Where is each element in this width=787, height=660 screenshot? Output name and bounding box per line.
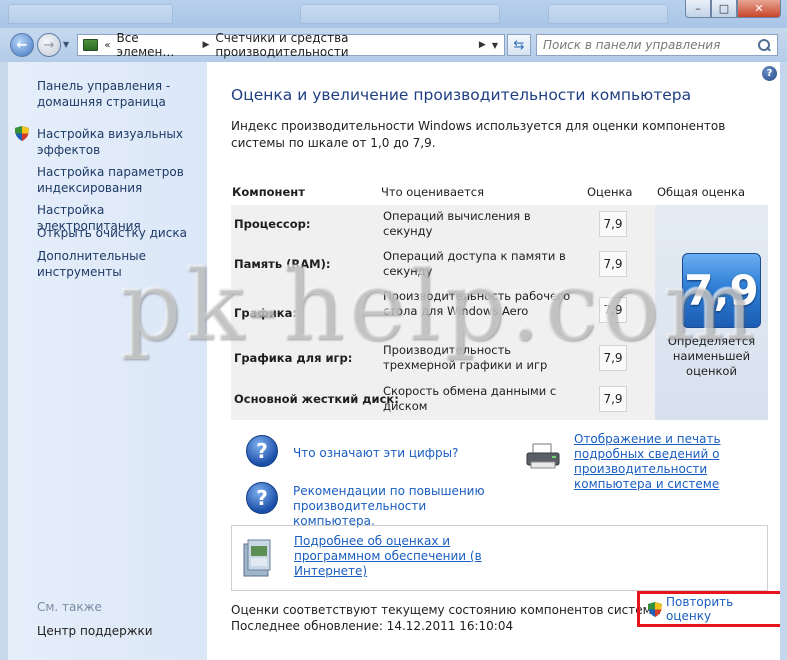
arrow-right-icon: →	[43, 37, 55, 53]
table-row: Процессор: Операций вычисления в секунду…	[231, 205, 655, 245]
component-desc: Скорость обмена данными с диском	[383, 384, 557, 413]
background-window-tab	[548, 4, 668, 24]
uac-shield-icon	[648, 601, 662, 617]
rerun-assessment-button[interactable]: Повторить оценку	[637, 591, 785, 627]
search-icon[interactable]	[758, 38, 771, 52]
sidebar-item-home[interactable]: Панель управления - домашняя страница	[37, 78, 202, 110]
help-question-icon: ?	[246, 482, 278, 514]
navigation-bar: ← → ▼ « Все элемен… ▶ Счетчики и средств…	[0, 28, 787, 62]
back-button[interactable]: ←	[10, 33, 34, 57]
window-border	[780, 62, 787, 660]
link-what-numbers-mean[interactable]: Что означают эти цифры?	[293, 446, 459, 461]
rerun-assessment-label[interactable]: Повторить оценку	[666, 595, 782, 623]
sidebar-item-indexing[interactable]: Настройка параметров индексирования	[37, 164, 202, 196]
score-table-header: Компонент Что оценивается Оценка Общая о…	[231, 182, 768, 204]
chevron-down-icon: ▼	[63, 40, 70, 49]
header-overall: Общая оценка	[657, 185, 746, 199]
software-box-icon	[243, 539, 271, 577]
title-bar: – □ ✕	[0, 0, 787, 28]
breadcrumb-separator-icon[interactable]: ▶	[203, 40, 210, 50]
uac-shield-icon	[15, 126, 29, 141]
status-text: Оценки соответствуют текущему состоянию …	[231, 602, 661, 634]
refresh-icon: ⇆	[513, 37, 525, 53]
component-name: Основной жесткий диск:	[234, 392, 399, 406]
printer-icon	[526, 443, 560, 469]
see-also-heading: См. также	[37, 600, 102, 614]
search-input[interactable]	[543, 38, 743, 52]
minimize-button[interactable]: –	[685, 0, 711, 18]
page-title: Оценка и увеличение производительности к…	[231, 86, 692, 104]
link-online-info[interactable]: Подробнее об оценках и программном обесп…	[294, 534, 494, 579]
window-controls: – □ ✕	[685, 0, 781, 18]
background-window-tab	[300, 4, 500, 24]
address-dropdown-icon[interactable]: ▼	[492, 41, 498, 50]
component-name: Процессор:	[234, 217, 311, 231]
breadcrumb-separator-icon[interactable]: ▶	[479, 40, 486, 50]
status-last-update: Последнее обновление: 14.12.2011 16:10:0…	[231, 619, 514, 633]
address-bar[interactable]: « Все элемен… ▶ Счетчики и средства прои…	[77, 31, 505, 59]
header-score: Оценка	[587, 185, 633, 199]
search-box[interactable]	[536, 34, 778, 56]
control-panel-icon	[83, 39, 99, 51]
intro-text: Индекс производительности Windows исполь…	[231, 119, 726, 150]
forward-button[interactable]: →	[37, 33, 61, 57]
component-score: 7,9	[599, 386, 627, 412]
table-row: Основной жесткий диск: Скорость обмена д…	[231, 380, 655, 420]
close-button[interactable]: ✕	[737, 0, 781, 18]
recent-pages-dropdown[interactable]: ▼	[63, 40, 69, 49]
refresh-button[interactable]: ⇆	[507, 34, 531, 56]
breadcrumb-performance[interactable]: Счетчики и средства производительности	[215, 31, 473, 59]
maximize-button[interactable]: □	[711, 0, 737, 18]
link-performance-tips[interactable]: Рекомендации по повышению производительн…	[293, 484, 503, 529]
breadcrumb-all-items[interactable]: Все элемен…	[116, 31, 196, 59]
chevron-left-icon[interactable]: «	[104, 40, 110, 51]
arrow-left-icon: ←	[16, 37, 28, 53]
help-icon[interactable]: ?	[762, 66, 777, 81]
background-window-tab	[8, 4, 173, 24]
sidebar-item-action-center[interactable]: Центр поддержки	[37, 623, 202, 639]
component-desc: Операций вычисления в секунду	[383, 209, 531, 238]
sidebar-item-disk-cleanup[interactable]: Открыть очистку диска	[37, 225, 202, 241]
status-current: Оценки соответствуют текущему состоянию …	[231, 603, 662, 617]
link-print-details[interactable]: Отображение и печать подробных сведений …	[574, 432, 774, 492]
sidebar-item-visual-effects[interactable]: Настройка визуальных эффектов	[37, 126, 202, 158]
component-score: 7,9	[599, 211, 627, 237]
help-question-icon: ?	[246, 435, 278, 467]
online-info-box: Подробнее об оценках и программном обесп…	[231, 525, 768, 591]
header-component: Компонент	[232, 185, 305, 199]
header-rated: Что оценивается	[381, 185, 485, 199]
watermark: pk-help.com	[120, 250, 759, 362]
